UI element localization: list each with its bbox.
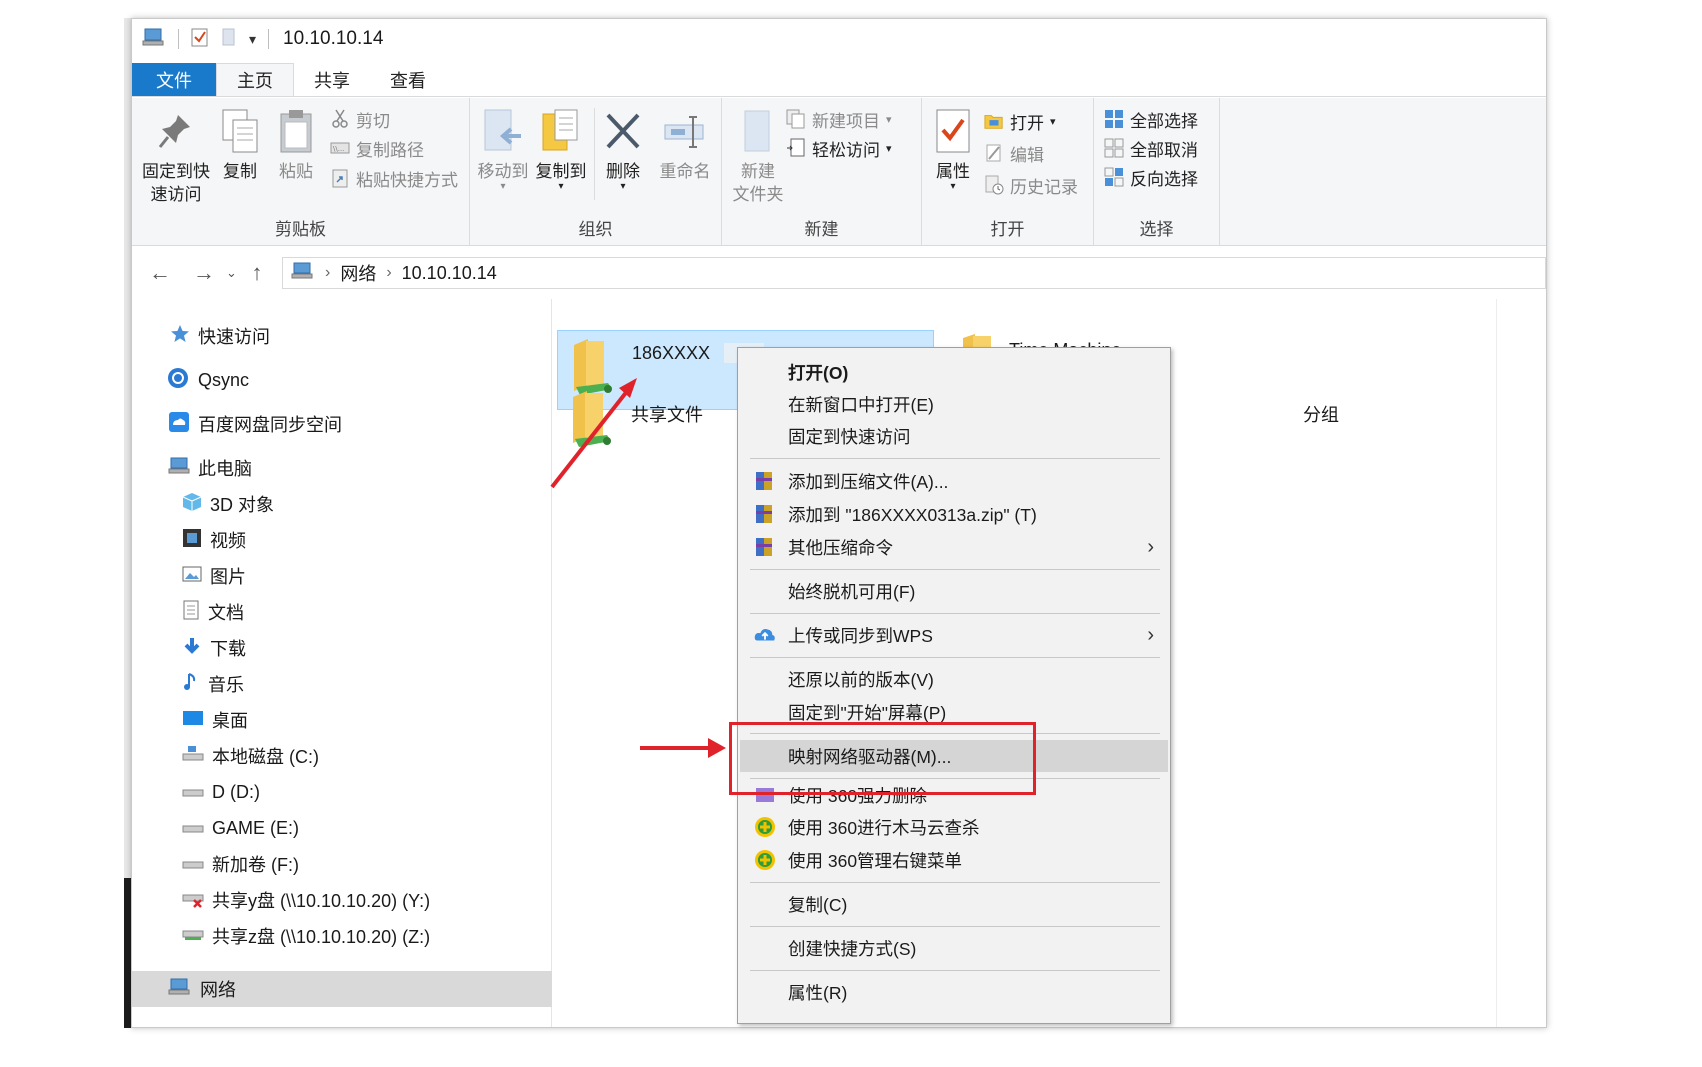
- menu-pin-quick-access[interactable]: 固定到快速访问: [740, 420, 1168, 452]
- menu-properties[interactable]: 属性(R): [740, 976, 1168, 1008]
- 360-plus-icon: [754, 816, 776, 838]
- annotation-arrow-folder: [550, 388, 630, 489]
- menu-create-shortcut[interactable]: 创建快捷方式(S): [740, 932, 1168, 964]
- menu-restore-versions[interactable]: 还原以前的版本(V): [740, 663, 1168, 695]
- menu-other-compress[interactable]: 其他压缩命令 ›: [740, 531, 1168, 563]
- context-menu: 打开(O) 在新窗口中打开(E) 固定到快速访问 添加到压缩文件(A)... 添…: [737, 347, 1171, 1024]
- submenu-chevron-icon: ›: [1147, 535, 1154, 558]
- menu-always-offline[interactable]: 始终脱机可用(F): [740, 575, 1168, 607]
- winrar-icon: [754, 536, 776, 558]
- menu-360-manage[interactable]: 使用 360管理右键菜单: [740, 844, 1168, 876]
- annotation-arrowhead-menu: [708, 738, 726, 758]
- menu-add-to-archive[interactable]: 添加到压缩文件(A)...: [740, 465, 1168, 497]
- menu-360-trojan-scan[interactable]: 使用 360进行木马云查杀: [740, 811, 1168, 843]
- menu-copy[interactable]: 复制(C): [740, 888, 1168, 920]
- winrar-icon: [754, 470, 776, 492]
- winrar-icon: [754, 503, 776, 525]
- menu-upload-wps[interactable]: 上传或同步到WPS ›: [740, 619, 1168, 651]
- annotation-highlight-box: [729, 722, 1036, 795]
- 360-plus-icon: [754, 849, 776, 871]
- menu-open-new-window[interactable]: 在新窗口中打开(E): [740, 388, 1168, 420]
- menu-open[interactable]: 打开(O): [740, 356, 1168, 388]
- upload-cloud-icon: [754, 624, 776, 646]
- submenu-chevron-icon: ›: [1147, 623, 1154, 646]
- menu-add-to-zip[interactable]: 添加到 "186XXXX0313a.zip" (T): [740, 498, 1168, 530]
